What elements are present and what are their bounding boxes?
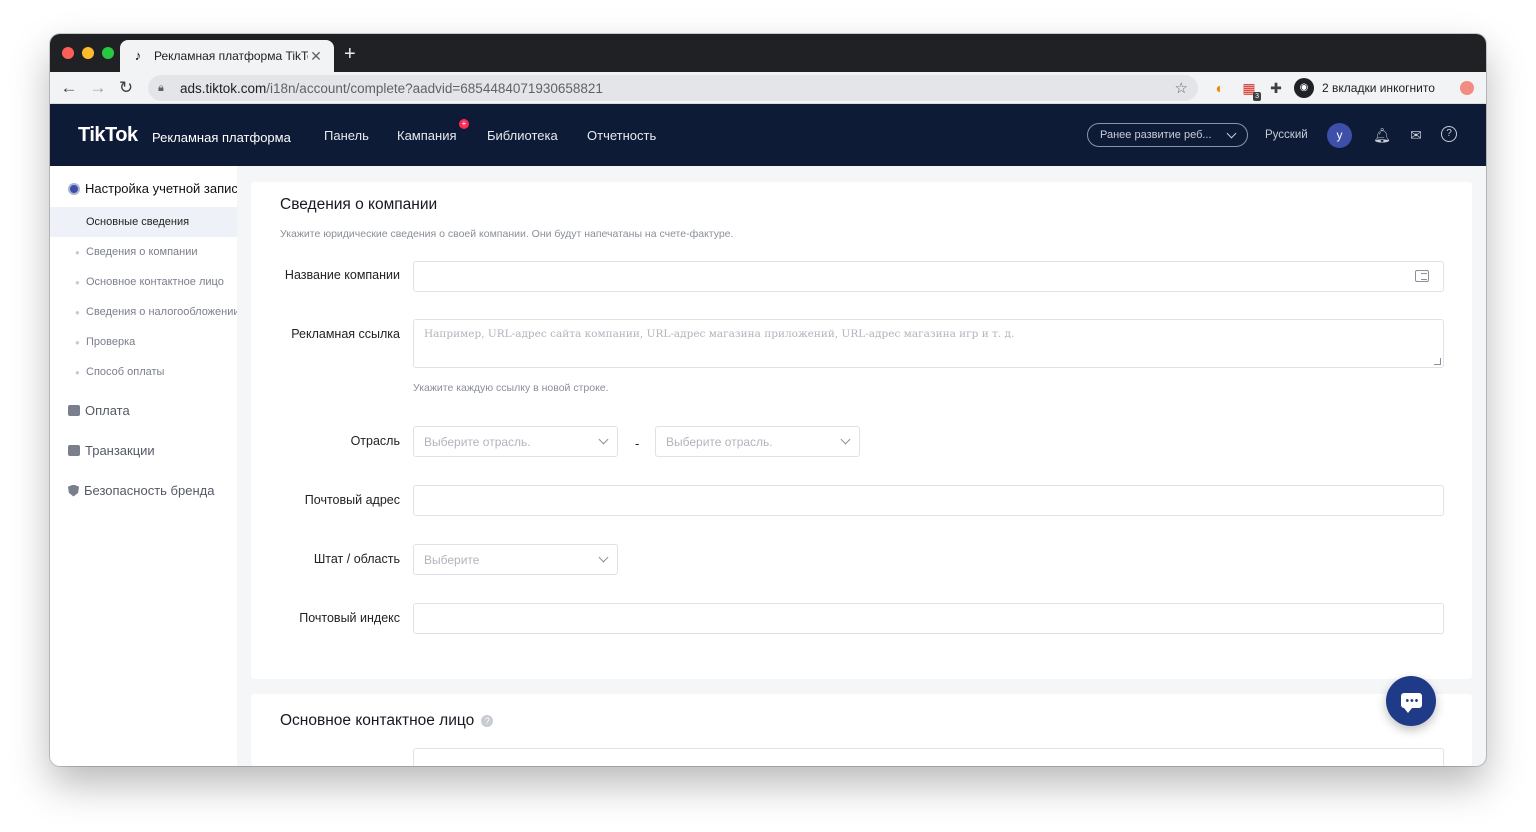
tab-strip: ♪ Рекламная платформа TikTok ✕ +	[50, 34, 1486, 72]
transactions-icon	[68, 445, 80, 456]
reload-icon[interactable]: ↻	[115, 77, 137, 99]
industry-label: Отрасль	[350, 434, 400, 448]
menu-panel[interactable]: Панель	[324, 128, 369, 143]
language-switch[interactable]: Русский	[1265, 129, 1308, 141]
wallet-icon	[68, 405, 80, 416]
menu-reporting[interactable]: Отчетность	[587, 128, 656, 143]
postal-code-input[interactable]	[413, 603, 1444, 634]
maximize-window-button[interactable]	[102, 47, 114, 59]
incognito-icon: ◉	[1294, 78, 1314, 98]
tab-title: Рекламная платформа TikTok	[154, 49, 308, 63]
postal-address-label: Почтовый адрес	[304, 493, 400, 507]
sidebar-heading[interactable]: Настройка учетной записи	[68, 181, 237, 196]
sidebar-item-basic-info[interactable]: ●Основные сведения	[50, 207, 237, 237]
sidebar-item-payment-method[interactable]: ● Способ оплаты	[50, 357, 237, 387]
industry-select-secondary[interactable]: Выберите отрасль.	[655, 426, 860, 457]
campaign-badge: +	[459, 119, 469, 129]
minimize-window-button[interactable]	[82, 47, 94, 59]
browser-window: ♪ Рекламная платформа TikTok ✕ + ← → ↻ 🔒…	[50, 34, 1486, 766]
tiktok-icon: ♪	[134, 48, 142, 63]
sidebar-group-brand-safety[interactable]: Безопасность бренда	[68, 483, 214, 498]
chevron-down-icon	[598, 552, 609, 563]
ad-link-textarea[interactable]: Например, URL-адрес сайта компании, URL-…	[413, 319, 1444, 368]
sidebar-group-payment[interactable]: Оплата	[68, 403, 130, 418]
inbox-icon[interactable]: ✉	[1407, 126, 1425, 144]
state-label: Штат / область	[313, 552, 400, 566]
ad-link-label: Рекламная ссылка	[291, 327, 400, 341]
close-icon[interactable]: ✕	[308, 48, 324, 65]
chevron-down-icon	[1226, 128, 1237, 138]
section-description: Укажите юридические сведения о своей ком…	[280, 228, 734, 240]
close-window-button[interactable]	[62, 47, 74, 59]
browser-tab[interactable]: ♪ Рекламная платформа TikTok ✕	[120, 40, 334, 72]
address-bar[interactable]: 🔒︎ ads.tiktok.com/i18n/account/complete?…	[148, 75, 1198, 101]
help-icon[interactable]: ?	[1441, 126, 1457, 142]
resize-handle[interactable]	[1434, 358, 1441, 365]
section-title: Сведения о компании	[280, 196, 438, 213]
calendar-extension-icon[interactable]: ▦ 3	[1239, 78, 1261, 101]
account-select[interactable]: Ранее развитие реб...	[1087, 123, 1248, 147]
shield-icon	[68, 484, 79, 497]
chat-support-button[interactable]	[1386, 676, 1436, 726]
sidebar: Настройка учетной записи ●Основные сведе…	[50, 166, 237, 766]
ad-link-hint: Укажите каждую ссылку в новой строке.	[413, 382, 609, 394]
url-text: ads.tiktok.com/i18n/account/complete?aad…	[180, 80, 603, 96]
menu-campaign[interactable]: Кампания	[397, 128, 457, 143]
sidebar-group-transactions[interactable]: Транзакции	[68, 443, 155, 458]
account-setup-icon	[68, 182, 80, 195]
chevron-down-icon	[598, 434, 609, 445]
chevron-down-icon	[840, 434, 851, 445]
profile-icon[interactable]	[1460, 81, 1474, 95]
help-icon[interactable]: ?	[481, 714, 494, 727]
menu-library[interactable]: Библиотека	[487, 128, 558, 143]
tiktok-logo[interactable]: TikTok	[78, 124, 138, 147]
bookmark-star-icon[interactable]: ☆	[1175, 79, 1188, 97]
avatar[interactable]: y	[1327, 123, 1352, 148]
state-select[interactable]: Выберите	[413, 544, 618, 575]
extension-icon[interactable]: ◐	[1210, 78, 1230, 98]
company-name-input[interactable]	[413, 261, 1444, 292]
forward-arrow-icon[interactable]: →	[87, 77, 109, 99]
company-name-label: Название компании	[284, 268, 400, 282]
company-info-card: Сведения о компании Укажите юридические …	[251, 182, 1472, 679]
postal-code-label: Почтовый индекс	[299, 611, 400, 625]
industry-select-primary[interactable]: Выберите отрасль.	[413, 426, 618, 457]
sidebar-item-tax-info[interactable]: ● Сведения о налогообложении	[50, 297, 237, 327]
section-title: Основное контактное лицо?	[280, 712, 494, 730]
primary-contact-card: Основное контактное лицо?	[251, 694, 1472, 766]
browser-toolbar: ← → ↻ 🔒︎ ads.tiktok.com/i18n/account/com…	[50, 72, 1486, 104]
new-tab-button[interactable]: +	[344, 44, 356, 64]
sidebar-item-company-info[interactable]: ● Сведения о компании	[50, 237, 237, 267]
sidebar-item-verification[interactable]: ● Проверка	[50, 327, 237, 357]
sidebar-item-primary-contact[interactable]: ● Основное контактное лицо	[50, 267, 237, 297]
postal-address-input[interactable]	[413, 485, 1444, 516]
back-arrow-icon[interactable]: ←	[58, 77, 80, 99]
lock-icon: 🔒︎	[158, 81, 164, 94]
puzzle-extensions-icon[interactable]: ✚	[1266, 78, 1286, 98]
id-card-icon[interactable]	[1415, 270, 1429, 282]
contact-input[interactable]	[413, 748, 1444, 766]
bell-icon[interactable]: 🔔︎	[1373, 126, 1391, 144]
incognito-indicator[interactable]: ◉ 2 вкладки инкогнито	[1294, 76, 1435, 100]
industry-separator: -	[635, 436, 640, 451]
logo-subtitle: Рекламная платформа	[152, 130, 291, 145]
app-header: TikTok Рекламная платформа Панель Кампан…	[50, 104, 1486, 166]
